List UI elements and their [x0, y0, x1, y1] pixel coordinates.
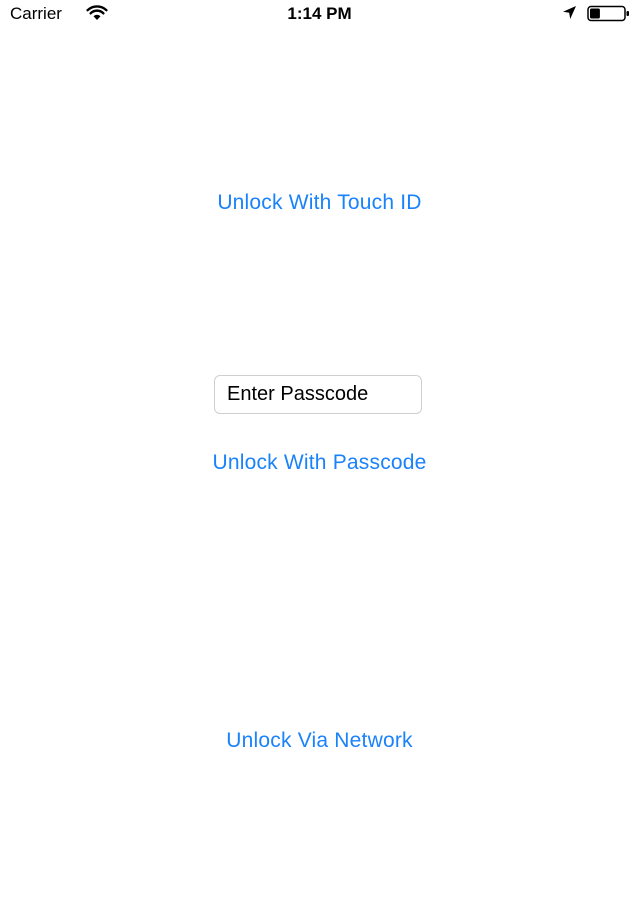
battery-icon [587, 5, 631, 22]
unlock-touch-id-button[interactable]: Unlock With Touch ID [0, 190, 639, 216]
unlock-touch-id-label: Unlock With Touch ID [217, 191, 422, 214]
clock-label: 1:14 PM [287, 4, 352, 23]
unlock-network-button[interactable]: Unlock Via Network [0, 728, 639, 754]
unlock-passcode-label: Unlock With Passcode [212, 451, 427, 474]
unlock-network-label: Unlock Via Network [226, 729, 413, 752]
location-arrow-icon [562, 5, 577, 20]
passcode-field[interactable] [214, 375, 422, 414]
status-bar: Carrier 1:14 PM [0, 0, 639, 28]
unlock-passcode-button[interactable]: Unlock With Passcode [0, 450, 639, 476]
